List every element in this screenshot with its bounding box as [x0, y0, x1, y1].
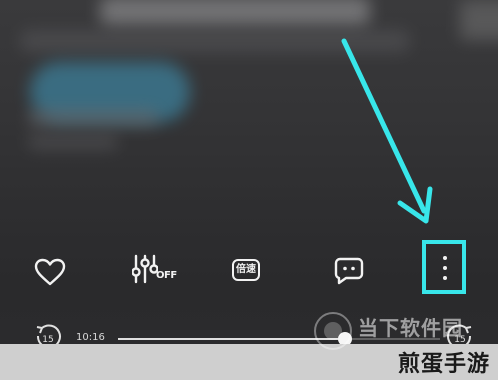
more-options-button[interactable] — [420, 240, 470, 296]
progress-track-played[interactable] — [118, 338, 348, 340]
blurred-background-text — [28, 110, 158, 126]
annotation-arrow — [341, 38, 433, 224]
comment-button[interactable] — [332, 254, 366, 288]
equalizer-state-label: OFF — [156, 270, 177, 281]
like-button[interactable] — [30, 254, 70, 290]
player-screen: OFF 倍速 15 10:16 15 当下软件园 煎蛋手游 — [0, 0, 498, 380]
equalizer-button[interactable]: OFF — [130, 252, 180, 288]
blurred-background-subtext — [28, 135, 118, 149]
playback-speed-button[interactable]: 倍速 — [229, 254, 263, 286]
heart-outline-icon — [34, 258, 66, 286]
blurred-background-corner — [460, 0, 498, 40]
player-controls: OFF 倍速 — [0, 240, 498, 300]
playback-speed-label: 倍速 — [232, 259, 260, 281]
watermark-main-text: 煎蛋手游 — [398, 352, 491, 377]
comment-bubble-icon — [334, 257, 364, 285]
blurred-background-title — [100, 0, 370, 26]
watermark-logo-icon — [314, 312, 352, 350]
equalizer-sliders-icon — [132, 254, 158, 284]
watermark-top-text: 当下软件园 — [358, 316, 463, 340]
current-time: 10:16 — [76, 332, 105, 343]
highlight-frame — [422, 240, 466, 294]
